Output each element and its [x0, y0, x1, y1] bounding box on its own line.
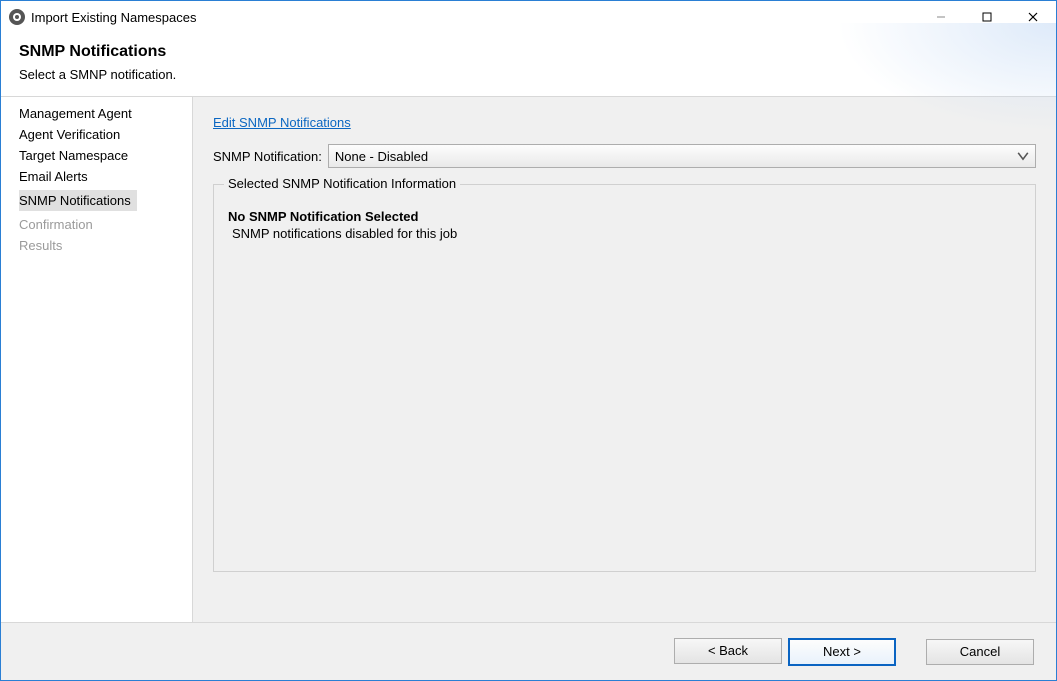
wizard-window: Import Existing Namespaces SNMP Notifica… — [0, 0, 1057, 681]
sidebar-item-results: Results — [1, 235, 192, 256]
sidebar-item-snmp-notifications[interactable]: SNMP Notifications — [1, 187, 192, 214]
snmp-notification-label: SNMP Notification: — [213, 149, 322, 164]
maximize-button[interactable] — [964, 1, 1010, 33]
sidebar-item-label: SNMP Notifications — [19, 190, 137, 211]
notice-body: SNMP notifications disabled for this job — [232, 226, 1021, 241]
wizard-steps-sidebar: Management Agent Agent Verification Targ… — [1, 97, 193, 622]
notice-title: No SNMP Notification Selected — [228, 209, 1021, 224]
maximize-icon — [982, 12, 992, 22]
sidebar-item-management-agent[interactable]: Management Agent — [1, 103, 192, 124]
window-title: Import Existing Namespaces — [31, 10, 196, 25]
app-icon — [9, 9, 25, 25]
wizard-body: Management Agent Agent Verification Targ… — [1, 96, 1056, 622]
sidebar-item-confirmation: Confirmation — [1, 214, 192, 235]
close-icon — [1028, 12, 1038, 22]
sidebar-item-email-alerts[interactable]: Email Alerts — [1, 166, 192, 187]
wizard-header: SNMP Notifications Select a SMNP notific… — [1, 33, 1056, 96]
page-subtitle: Select a SMNP notification. — [19, 67, 1038, 82]
close-button[interactable] — [1010, 1, 1056, 33]
selected-snmp-info-group: Selected SNMP Notification Information N… — [213, 184, 1036, 572]
page-title: SNMP Notifications — [19, 43, 1038, 61]
chevron-down-icon — [1015, 148, 1031, 164]
groupbox-legend: Selected SNMP Notification Information — [224, 176, 460, 191]
back-button[interactable]: < Back — [674, 638, 782, 664]
wizard-content: Edit SNMP Notifications SNMP Notificatio… — [193, 97, 1056, 622]
dropdown-selected-value: None - Disabled — [335, 149, 428, 164]
cancel-button[interactable]: Cancel — [926, 639, 1034, 665]
minimize-icon — [936, 12, 946, 22]
edit-snmp-notifications-link[interactable]: Edit SNMP Notifications — [213, 115, 351, 130]
snmp-notification-row: SNMP Notification: None - Disabled — [213, 144, 1036, 168]
wizard-footer: < Back Next > Cancel — [1, 622, 1056, 680]
sidebar-item-target-namespace[interactable]: Target Namespace — [1, 145, 192, 166]
nav-button-group: < Back Next > — [674, 638, 896, 666]
next-button[interactable]: Next > — [788, 638, 896, 666]
titlebar: Import Existing Namespaces — [1, 1, 1056, 33]
minimize-button[interactable] — [918, 1, 964, 33]
sidebar-item-agent-verification[interactable]: Agent Verification — [1, 124, 192, 145]
window-controls — [918, 1, 1056, 33]
snmp-notification-dropdown[interactable]: None - Disabled — [328, 144, 1036, 168]
